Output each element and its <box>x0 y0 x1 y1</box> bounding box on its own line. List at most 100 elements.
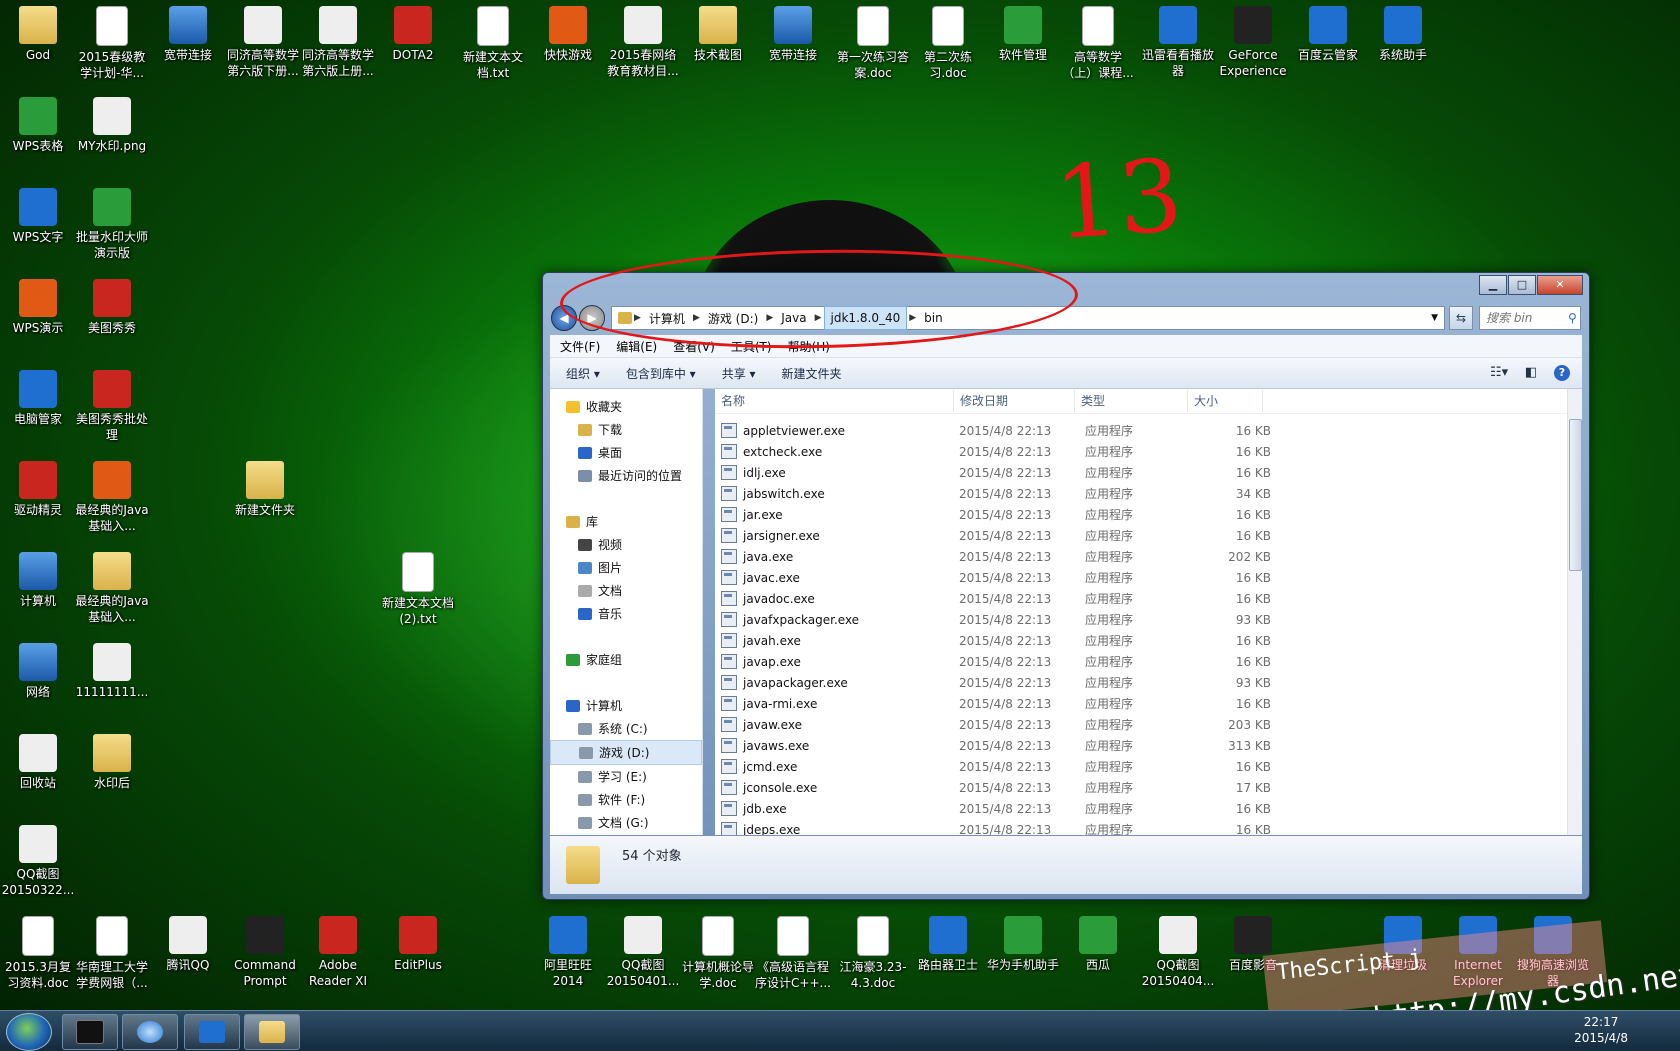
desktop-icon[interactable]: QQ截图20150401... <box>605 916 681 989</box>
desktop-icon[interactable]: 宽带连接 <box>755 6 831 63</box>
taskbar-cmd[interactable] <box>62 1014 118 1050</box>
desktop-icon[interactable]: 水印后 <box>74 734 150 791</box>
file-row[interactable]: javac.exe 2015/4/8 22:13 应用程序 16 KB <box>715 567 1568 588</box>
refresh-button[interactable]: ⇆ <box>1449 306 1473 330</box>
nav-scrollbar[interactable] <box>702 389 703 835</box>
file-row[interactable]: extcheck.exe 2015/4/8 22:13 应用程序 16 KB <box>715 441 1568 462</box>
column-type[interactable]: 类型 <box>1075 390 1188 412</box>
new-folder-button[interactable]: 新建文件夹 <box>782 365 842 382</box>
help-icon[interactable]: ? <box>1554 365 1570 381</box>
share-button[interactable]: 共享 ▾ <box>722 365 756 382</box>
desktop-icon[interactable]: 同济高等数学第六版上册... <box>300 6 376 79</box>
desktop-icon[interactable]: 回收站 <box>0 734 76 791</box>
desktop-icon[interactable]: 江海豪3.23-4.3.doc <box>835 916 911 991</box>
taskbar-explorer[interactable] <box>244 1014 300 1050</box>
include-in-library-button[interactable]: 包含到库中 ▾ <box>626 365 696 382</box>
nav-item[interactable]: 收藏夹 <box>550 395 702 418</box>
desktop-icon[interactable]: 系统助手 <box>1365 6 1441 63</box>
desktop-icon[interactable]: 路由器卫士 <box>910 916 986 973</box>
file-row[interactable]: javaw.exe 2015/4/8 22:13 应用程序 203 KB <box>715 714 1568 735</box>
desktop-icon[interactable]: 驱动精灵 <box>0 461 76 518</box>
taskbar-router[interactable] <box>184 1014 240 1050</box>
nav-item[interactable]: 计算机 <box>550 694 702 717</box>
nav-item[interactable]: 学习 (E:) <box>550 765 702 788</box>
desktop-icon[interactable]: 计算机 <box>0 552 76 609</box>
desktop-icon[interactable]: QQ截图20150322... <box>0 825 76 898</box>
desktop-icon[interactable]: WPS演示 <box>0 279 76 336</box>
nav-item[interactable]: 软件 (F:) <box>550 788 702 811</box>
desktop-icon[interactable]: 美图秀秀 <box>74 279 150 336</box>
file-row[interactable]: jdb.exe 2015/4/8 22:13 应用程序 16 KB <box>715 798 1568 819</box>
desktop-icon[interactable]: 阿里旺旺2014 <box>530 916 606 989</box>
desktop-icon[interactable]: 计算机概论导学.doc <box>680 916 756 991</box>
organize-button[interactable]: 组织 ▾ <box>566 365 600 382</box>
view-options-icon[interactable]: ☷▾ <box>1490 365 1508 381</box>
search-icon[interactable]: ⚲ <box>1568 311 1577 325</box>
nav-item[interactable]: 文档 <box>550 579 702 602</box>
desktop-icon[interactable]: 美图秀秀批处理 <box>74 370 150 443</box>
file-row[interactable]: jconsole.exe 2015/4/8 22:13 应用程序 17 KB <box>715 777 1568 798</box>
desktop-icon[interactable]: 华为手机助手 <box>985 916 1061 973</box>
desktop-icon[interactable]: 《高级语言程序设计C++... <box>755 916 831 991</box>
column-size[interactable]: 大小 <box>1188 390 1263 412</box>
minimize-button[interactable]: ▁ <box>1479 275 1507 295</box>
desktop-icon[interactable]: 高等数学（上）课程... <box>1060 6 1136 81</box>
nav-item[interactable]: 视频 <box>550 533 702 556</box>
desktop-icon[interactable]: 迅雷看看播放器 <box>1140 6 1216 79</box>
desktop-icon[interactable]: 新建文本文档(2).txt <box>380 552 456 627</box>
desktop-icon[interactable]: WPS表格 <box>0 97 76 154</box>
file-row[interactable]: javadoc.exe 2015/4/8 22:13 应用程序 16 KB <box>715 588 1568 609</box>
desktop-icon[interactable]: 西瓜 <box>1060 916 1136 973</box>
taskbar-sogou[interactable] <box>122 1014 178 1050</box>
file-row[interactable]: jarsigner.exe 2015/4/8 22:13 应用程序 16 KB <box>715 525 1568 546</box>
desktop-icon[interactable]: EditPlus <box>380 916 456 973</box>
desktop-icon[interactable]: 腾讯QQ <box>150 916 226 973</box>
desktop-icon[interactable]: 新建文件夹 <box>227 461 303 518</box>
desktop-icon[interactable]: QQ截图20150404... <box>1140 916 1216 989</box>
desktop-icon[interactable]: 快快游戏 <box>530 6 606 63</box>
file-row[interactable]: javap.exe 2015/4/8 22:13 应用程序 16 KB <box>715 651 1568 672</box>
desktop-icon[interactable]: 第一次练习答案.doc <box>835 6 911 81</box>
nav-item[interactable]: 游戏 (D:) <box>550 740 702 765</box>
desktop-icon[interactable]: 2015春级教学计划-华... <box>74 6 150 81</box>
file-row[interactable]: jdeps.exe 2015/4/8 22:13 应用程序 16 KB <box>715 819 1568 835</box>
menu-file[interactable]: 文件(F) <box>560 338 600 355</box>
desktop-icon[interactable]: 11111111... <box>74 643 150 700</box>
nav-item[interactable]: 图片 <box>550 556 702 579</box>
column-name[interactable]: 名称 <box>715 390 954 412</box>
nav-item[interactable]: 桌面 <box>550 441 702 464</box>
desktop-icon[interactable]: 同济高等数学第六版下册... <box>225 6 301 79</box>
file-row[interactable]: javaws.exe 2015/4/8 22:13 应用程序 313 KB <box>715 735 1568 756</box>
search-box[interactable]: ⚲ <box>1479 306 1581 330</box>
nav-item[interactable]: 系统 (C:) <box>550 717 702 740</box>
close-button[interactable]: ✕ <box>1537 275 1583 295</box>
column-date[interactable]: 修改日期 <box>954 390 1075 412</box>
desktop-icon[interactable]: 2015春网络教育教材目... <box>605 6 681 79</box>
start-button[interactable] <box>6 1013 52 1051</box>
file-row[interactable]: javapackager.exe 2015/4/8 22:13 应用程序 93 KB <box>715 672 1568 693</box>
desktop-icon[interactable]: Command Prompt <box>227 916 303 989</box>
desktop-icon[interactable]: 技术截图 <box>680 6 756 63</box>
desktop-icon[interactable]: God <box>0 6 76 63</box>
file-row[interactable]: java.exe 2015/4/8 22:13 应用程序 202 KB <box>715 546 1568 567</box>
desktop-icon[interactable]: 软件管理 <box>985 6 1061 63</box>
file-row[interactable]: javafxpackager.exe 2015/4/8 22:13 应用程序 93 K… <box>715 609 1568 630</box>
desktop-icon[interactable]: 华南理工大学学费网银（... <box>74 916 150 991</box>
desktop-icon[interactable]: 批量水印大师演示版 <box>74 188 150 261</box>
desktop-icon[interactable]: 2015.3月复习资料.doc <box>0 916 76 991</box>
desktop-icon[interactable]: 第二次练习.doc <box>910 6 986 81</box>
desktop-icon[interactable]: Adobe Reader XI <box>300 916 376 989</box>
nav-item[interactable]: 文档 (G:) <box>550 811 702 834</box>
desktop-icon[interactable]: 电脑管家 <box>0 370 76 427</box>
file-row[interactable]: javah.exe 2015/4/8 22:13 应用程序 16 KB <box>715 630 1568 651</box>
desktop-icon[interactable]: DOTA2 <box>375 6 451 63</box>
desktop-icon[interactable]: 网络 <box>0 643 76 700</box>
system-clock[interactable]: 22:17 2015/4/8 <box>1574 1014 1628 1046</box>
explorer-window[interactable]: ▁ □ ✕ ◀ ▶ ▶ 计算机 ▶ 游戏 (D:) ▶ Java ▶ jdk1.… <box>542 272 1590 900</box>
desktop-icon[interactable]: MY水印.png <box>74 97 150 154</box>
desktop-icon[interactable]: 最经典的Java基础入... <box>74 461 150 534</box>
file-row[interactable]: jcmd.exe 2015/4/8 22:13 应用程序 16 KB <box>715 756 1568 777</box>
desktop-icon[interactable]: 宽带连接 <box>150 6 226 63</box>
desktop-icon[interactable]: GeForce Experience <box>1215 6 1291 79</box>
file-row[interactable]: appletviewer.exe 2015/4/8 22:13 应用程序 16 KB <box>715 420 1568 441</box>
